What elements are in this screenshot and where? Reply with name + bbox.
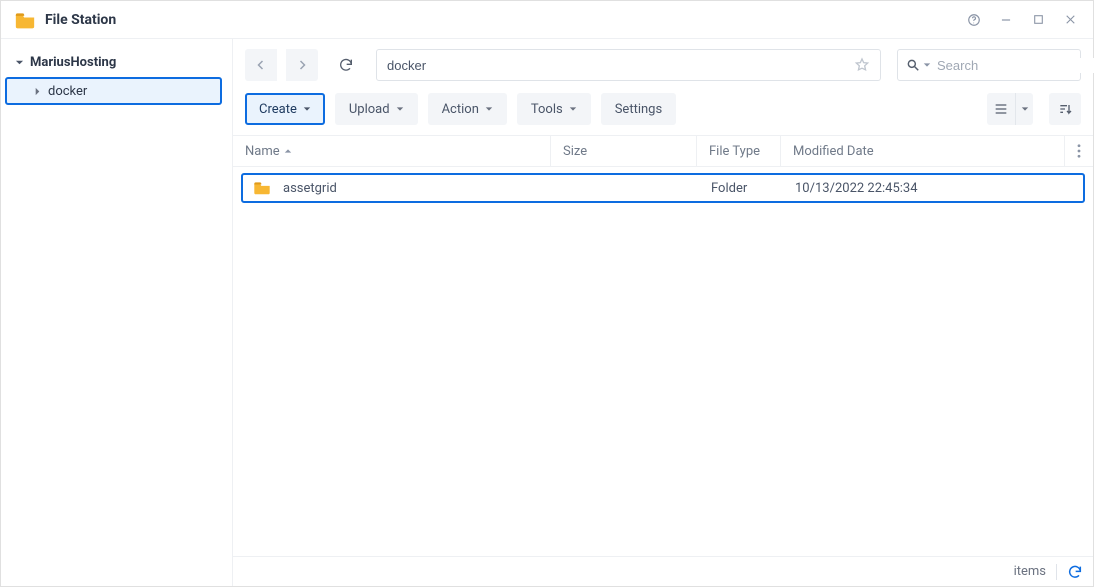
- action-button[interactable]: Action: [428, 93, 507, 125]
- col-header-menu[interactable]: [1065, 136, 1093, 166]
- tools-label: Tools: [531, 102, 563, 117]
- col-header-size[interactable]: Size: [551, 136, 697, 166]
- path-input-wrapper[interactable]: [376, 49, 881, 81]
- tree-item-label: docker: [48, 84, 87, 99]
- app-title: File Station: [45, 12, 116, 28]
- col-header-modified[interactable]: Modified Date: [781, 136, 1065, 166]
- status-bar: items: [233, 556, 1093, 586]
- upload-button[interactable]: Upload: [335, 93, 418, 125]
- chevron-down-icon: [15, 58, 24, 67]
- col-header-type[interactable]: File Type: [697, 136, 781, 166]
- create-label: Create: [259, 102, 297, 117]
- chevron-right-icon: [33, 87, 42, 96]
- caret-down-icon: [303, 105, 311, 113]
- sort-button[interactable]: [1049, 93, 1081, 125]
- file-modified: 10/13/2022 22:45:34: [795, 181, 918, 196]
- action-toolbar: Create Upload Action Tools: [233, 91, 1093, 135]
- minimize-button[interactable]: [993, 7, 1019, 33]
- help-button[interactable]: [961, 7, 987, 33]
- items-label: items: [1014, 564, 1046, 579]
- settings-label: Settings: [615, 102, 662, 117]
- status-refresh-button[interactable]: [1067, 564, 1083, 580]
- tree-root-label: MariusHosting: [30, 55, 116, 70]
- app-folder-icon: [15, 11, 35, 29]
- view-list-button[interactable]: [987, 93, 1015, 125]
- file-list: assetgrid Folder 10/13/2022 22:45:34: [233, 167, 1093, 556]
- caret-down-icon: [485, 105, 493, 113]
- create-button[interactable]: Create: [245, 93, 325, 125]
- view-mode-group: [987, 93, 1033, 125]
- main-pane: Create Upload Action Tools: [233, 39, 1093, 586]
- file-name: assetgrid: [283, 181, 337, 196]
- settings-button[interactable]: Settings: [601, 93, 676, 125]
- col-header-name[interactable]: Name: [233, 136, 551, 166]
- file-row[interactable]: assetgrid Folder 10/13/2022 22:45:34: [241, 173, 1085, 203]
- nav-forward-button[interactable]: [286, 49, 318, 81]
- sidebar: MariusHosting docker: [1, 39, 233, 586]
- caret-down-icon: [569, 105, 577, 113]
- search-icon: [906, 58, 920, 72]
- upload-label: Upload: [349, 102, 390, 117]
- close-button[interactable]: [1057, 7, 1083, 33]
- tools-button[interactable]: Tools: [517, 93, 591, 125]
- refresh-button[interactable]: [330, 49, 362, 81]
- nav-back-button[interactable]: [245, 49, 277, 81]
- divider: [1056, 564, 1057, 580]
- favorite-star-icon[interactable]: [854, 57, 870, 73]
- action-label: Action: [442, 102, 479, 117]
- nav-toolbar: [233, 39, 1093, 91]
- caret-down-icon: [396, 105, 404, 113]
- tree-root[interactable]: MariusHosting: [5, 49, 222, 75]
- tree-item-docker[interactable]: docker: [5, 77, 222, 105]
- sort-asc-icon: [284, 147, 292, 155]
- search-box[interactable]: [897, 49, 1081, 81]
- path-input[interactable]: [387, 58, 854, 73]
- search-input[interactable]: [937, 58, 1094, 73]
- maximize-button[interactable]: [1025, 7, 1051, 33]
- column-header: Name Size File Type Modified Date: [233, 135, 1093, 167]
- folder-icon: [253, 181, 271, 195]
- titlebar: File Station: [1, 1, 1093, 39]
- search-dropdown-caret[interactable]: [923, 61, 931, 69]
- file-type: Folder: [711, 181, 747, 196]
- view-mode-dropdown[interactable]: [1015, 93, 1033, 125]
